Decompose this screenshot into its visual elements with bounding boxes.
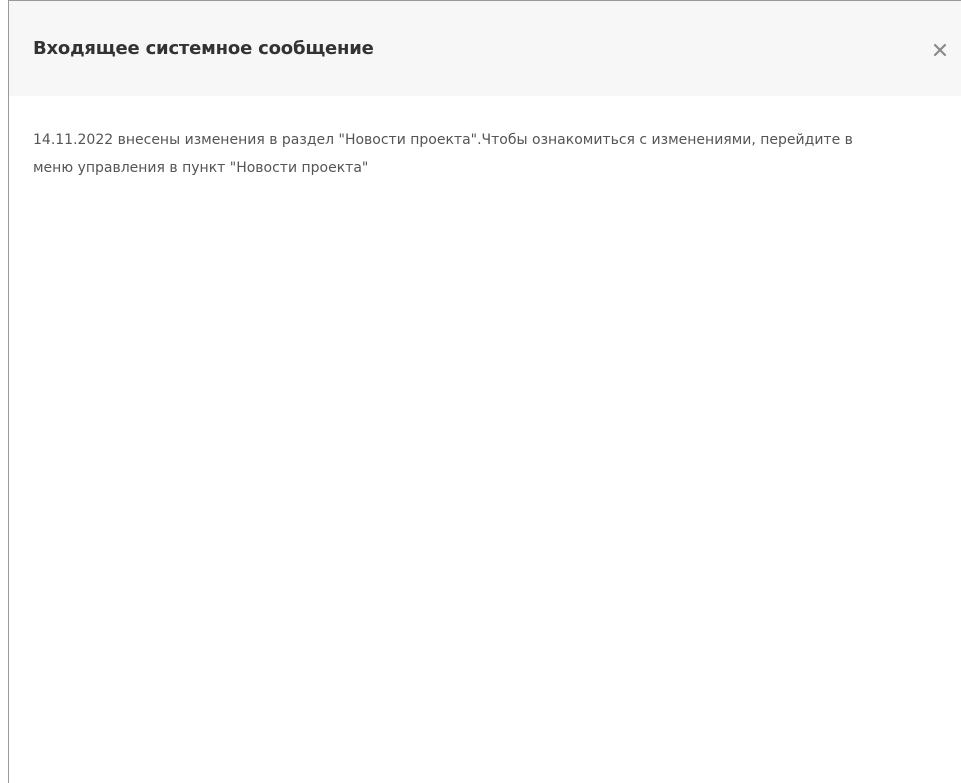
close-button[interactable] <box>929 39 951 61</box>
dialog-title: Входящее системное сообщение <box>33 38 374 59</box>
system-message-dialog: Входящее системное сообщение 14.11.2022 … <box>8 0 961 783</box>
close-icon <box>933 43 947 57</box>
dialog-body: 14.11.2022 внесены изменения в раздел "Н… <box>9 96 961 182</box>
dialog-header: Входящее системное сообщение <box>9 1 961 96</box>
message-text: 14.11.2022 внесены изменения в раздел "Н… <box>33 132 853 176</box>
